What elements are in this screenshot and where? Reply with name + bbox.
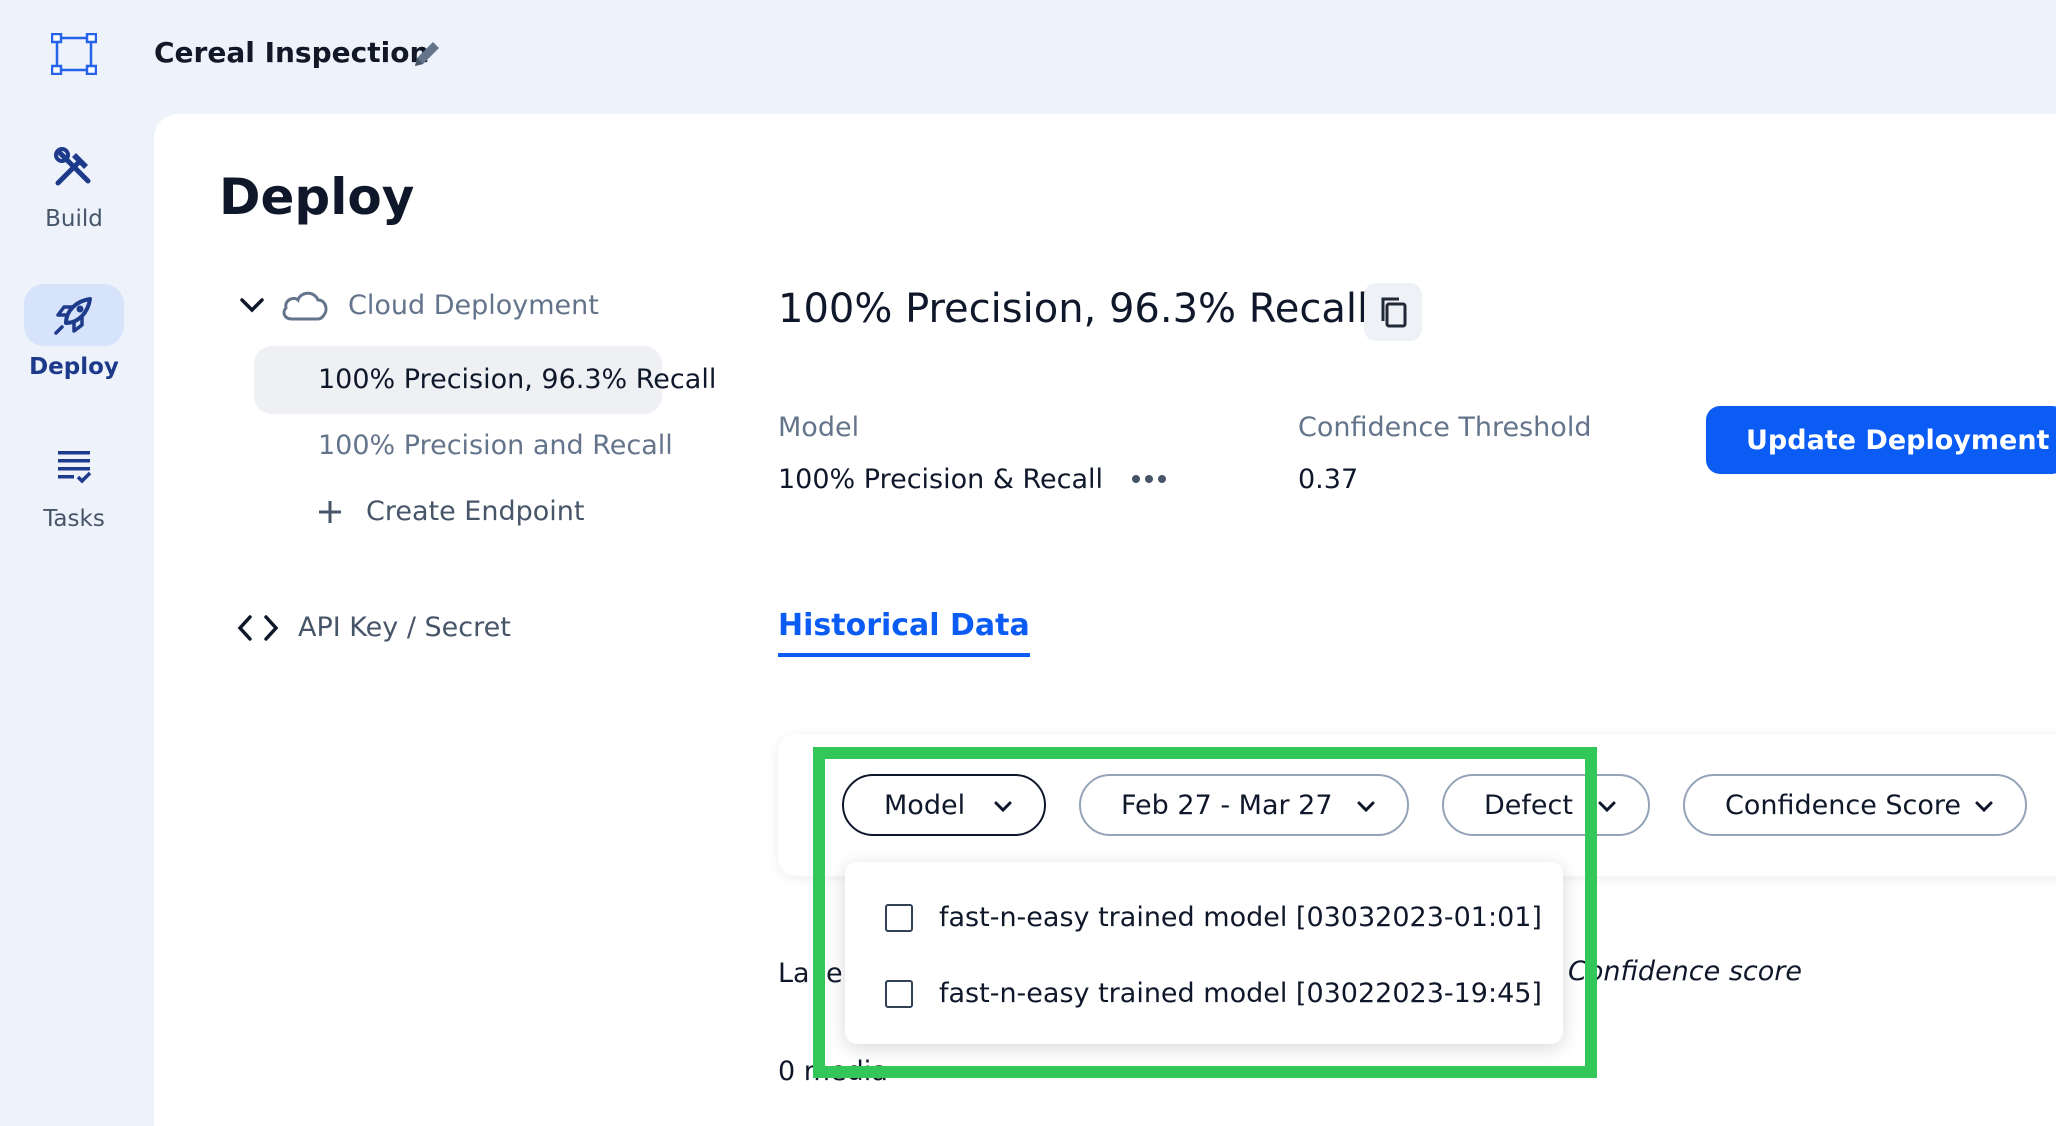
rail-build-pill	[24, 136, 124, 198]
copy-endpoint-button[interactable]	[1364, 283, 1422, 341]
model-filter-label: Model	[884, 789, 966, 821]
chevron-down-icon	[1357, 801, 1375, 813]
create-endpoint-label: Create Endpoint	[366, 496, 585, 527]
rail-item-build[interactable]: Build	[24, 136, 124, 248]
model-option-1-checkbox[interactable]	[885, 903, 913, 932]
chevron-down-icon	[240, 298, 264, 313]
date-range-label: Feb 27 - Mar 27	[1121, 789, 1333, 821]
more-options-icon[interactable]	[1131, 474, 1167, 484]
confidence-threshold-label: Confidence Threshold	[1298, 412, 1592, 443]
cloud-deployment-group[interactable]: Cloud Deployment	[236, 288, 599, 322]
rail-item-tasks[interactable]: Tasks	[24, 436, 124, 548]
app-rail: Build Deploy Tasks	[0, 0, 154, 1126]
rail-tasks-label: Tasks	[43, 506, 105, 532]
label-column-fragment-a: La	[778, 958, 810, 989]
model-option-1-label: fast-n-easy trained model [03032023-01:0…	[939, 902, 1542, 933]
nav-endpoint-active[interactable]: 100% Precision, 96.3% Recall	[254, 346, 716, 414]
confidence-score-column: Confidence score	[1568, 956, 1802, 987]
date-range-filter-chip[interactable]: Feb 27 - Mar 27	[1079, 774, 1409, 836]
page-title: Deploy	[219, 168, 415, 226]
app-logo-icon[interactable]	[51, 33, 97, 75]
confidence-score-filter-label: Confidence Score	[1725, 789, 1962, 821]
model-option-2-label: fast-n-easy trained model [03022023-19:4…	[939, 978, 1542, 1009]
copy-icon	[1381, 297, 1407, 328]
tasks-list-icon	[58, 451, 92, 484]
api-key-label: API Key / Secret	[298, 612, 511, 643]
nav-endpoint-precision-recall[interactable]: 100% Precision and Recall	[318, 430, 673, 461]
label-column-fragment-b: e	[826, 958, 843, 989]
code-brackets-icon	[237, 614, 279, 641]
chevron-down-icon	[1598, 801, 1616, 813]
rocket-icon	[54, 297, 92, 335]
confidence-score-filter-chip[interactable]: Confidence Score	[1683, 774, 2027, 836]
edit-pencil-icon[interactable]	[409, 36, 445, 72]
defect-filter-chip[interactable]: Defect	[1442, 774, 1650, 836]
create-endpoint-button[interactable]: Create Endpoint	[316, 496, 584, 527]
model-option-2-checkbox[interactable]	[885, 979, 913, 1008]
confidence-threshold-value: 0.37	[1298, 464, 1359, 495]
rail-build-label: Build	[45, 206, 103, 232]
plus-icon	[319, 500, 341, 523]
api-key-link[interactable]: API Key / Secret	[236, 612, 511, 643]
tab-historical-data[interactable]: Historical Data	[778, 608, 1030, 657]
rail-deploy-label: Deploy	[29, 354, 119, 380]
chevron-down-icon	[1975, 801, 1993, 813]
model-label: Model	[778, 412, 860, 443]
rail-deploy-pill	[24, 284, 124, 346]
project-name: Cereal Inspection	[154, 36, 430, 69]
cloud-deployment-label: Cloud Deployment	[348, 289, 599, 321]
media-count: 0 media	[778, 1056, 888, 1087]
build-tools-icon	[54, 147, 91, 186]
defect-filter-label: Defect	[1484, 789, 1573, 821]
cloud-icon	[282, 291, 328, 321]
chevron-down-icon	[994, 801, 1012, 813]
endpoint-title: 100% Precision, 96.3% Recall	[778, 286, 1369, 332]
update-deployment-button[interactable]: Update Deployment	[1706, 406, 2056, 474]
model-value: 100% Precision & Recall	[778, 464, 1104, 495]
rail-item-deploy[interactable]: Deploy	[24, 284, 124, 396]
model-option-2[interactable]: fast-n-easy trained model [03022023-19:4…	[885, 978, 1542, 1009]
model-dropdown-menu: fast-n-easy trained model [03032023-01:0…	[845, 862, 1563, 1044]
model-option-1[interactable]: fast-n-easy trained model [03032023-01:0…	[885, 902, 1542, 933]
rail-tasks-pill	[24, 436, 124, 498]
model-filter-chip[interactable]: Model	[842, 774, 1046, 836]
